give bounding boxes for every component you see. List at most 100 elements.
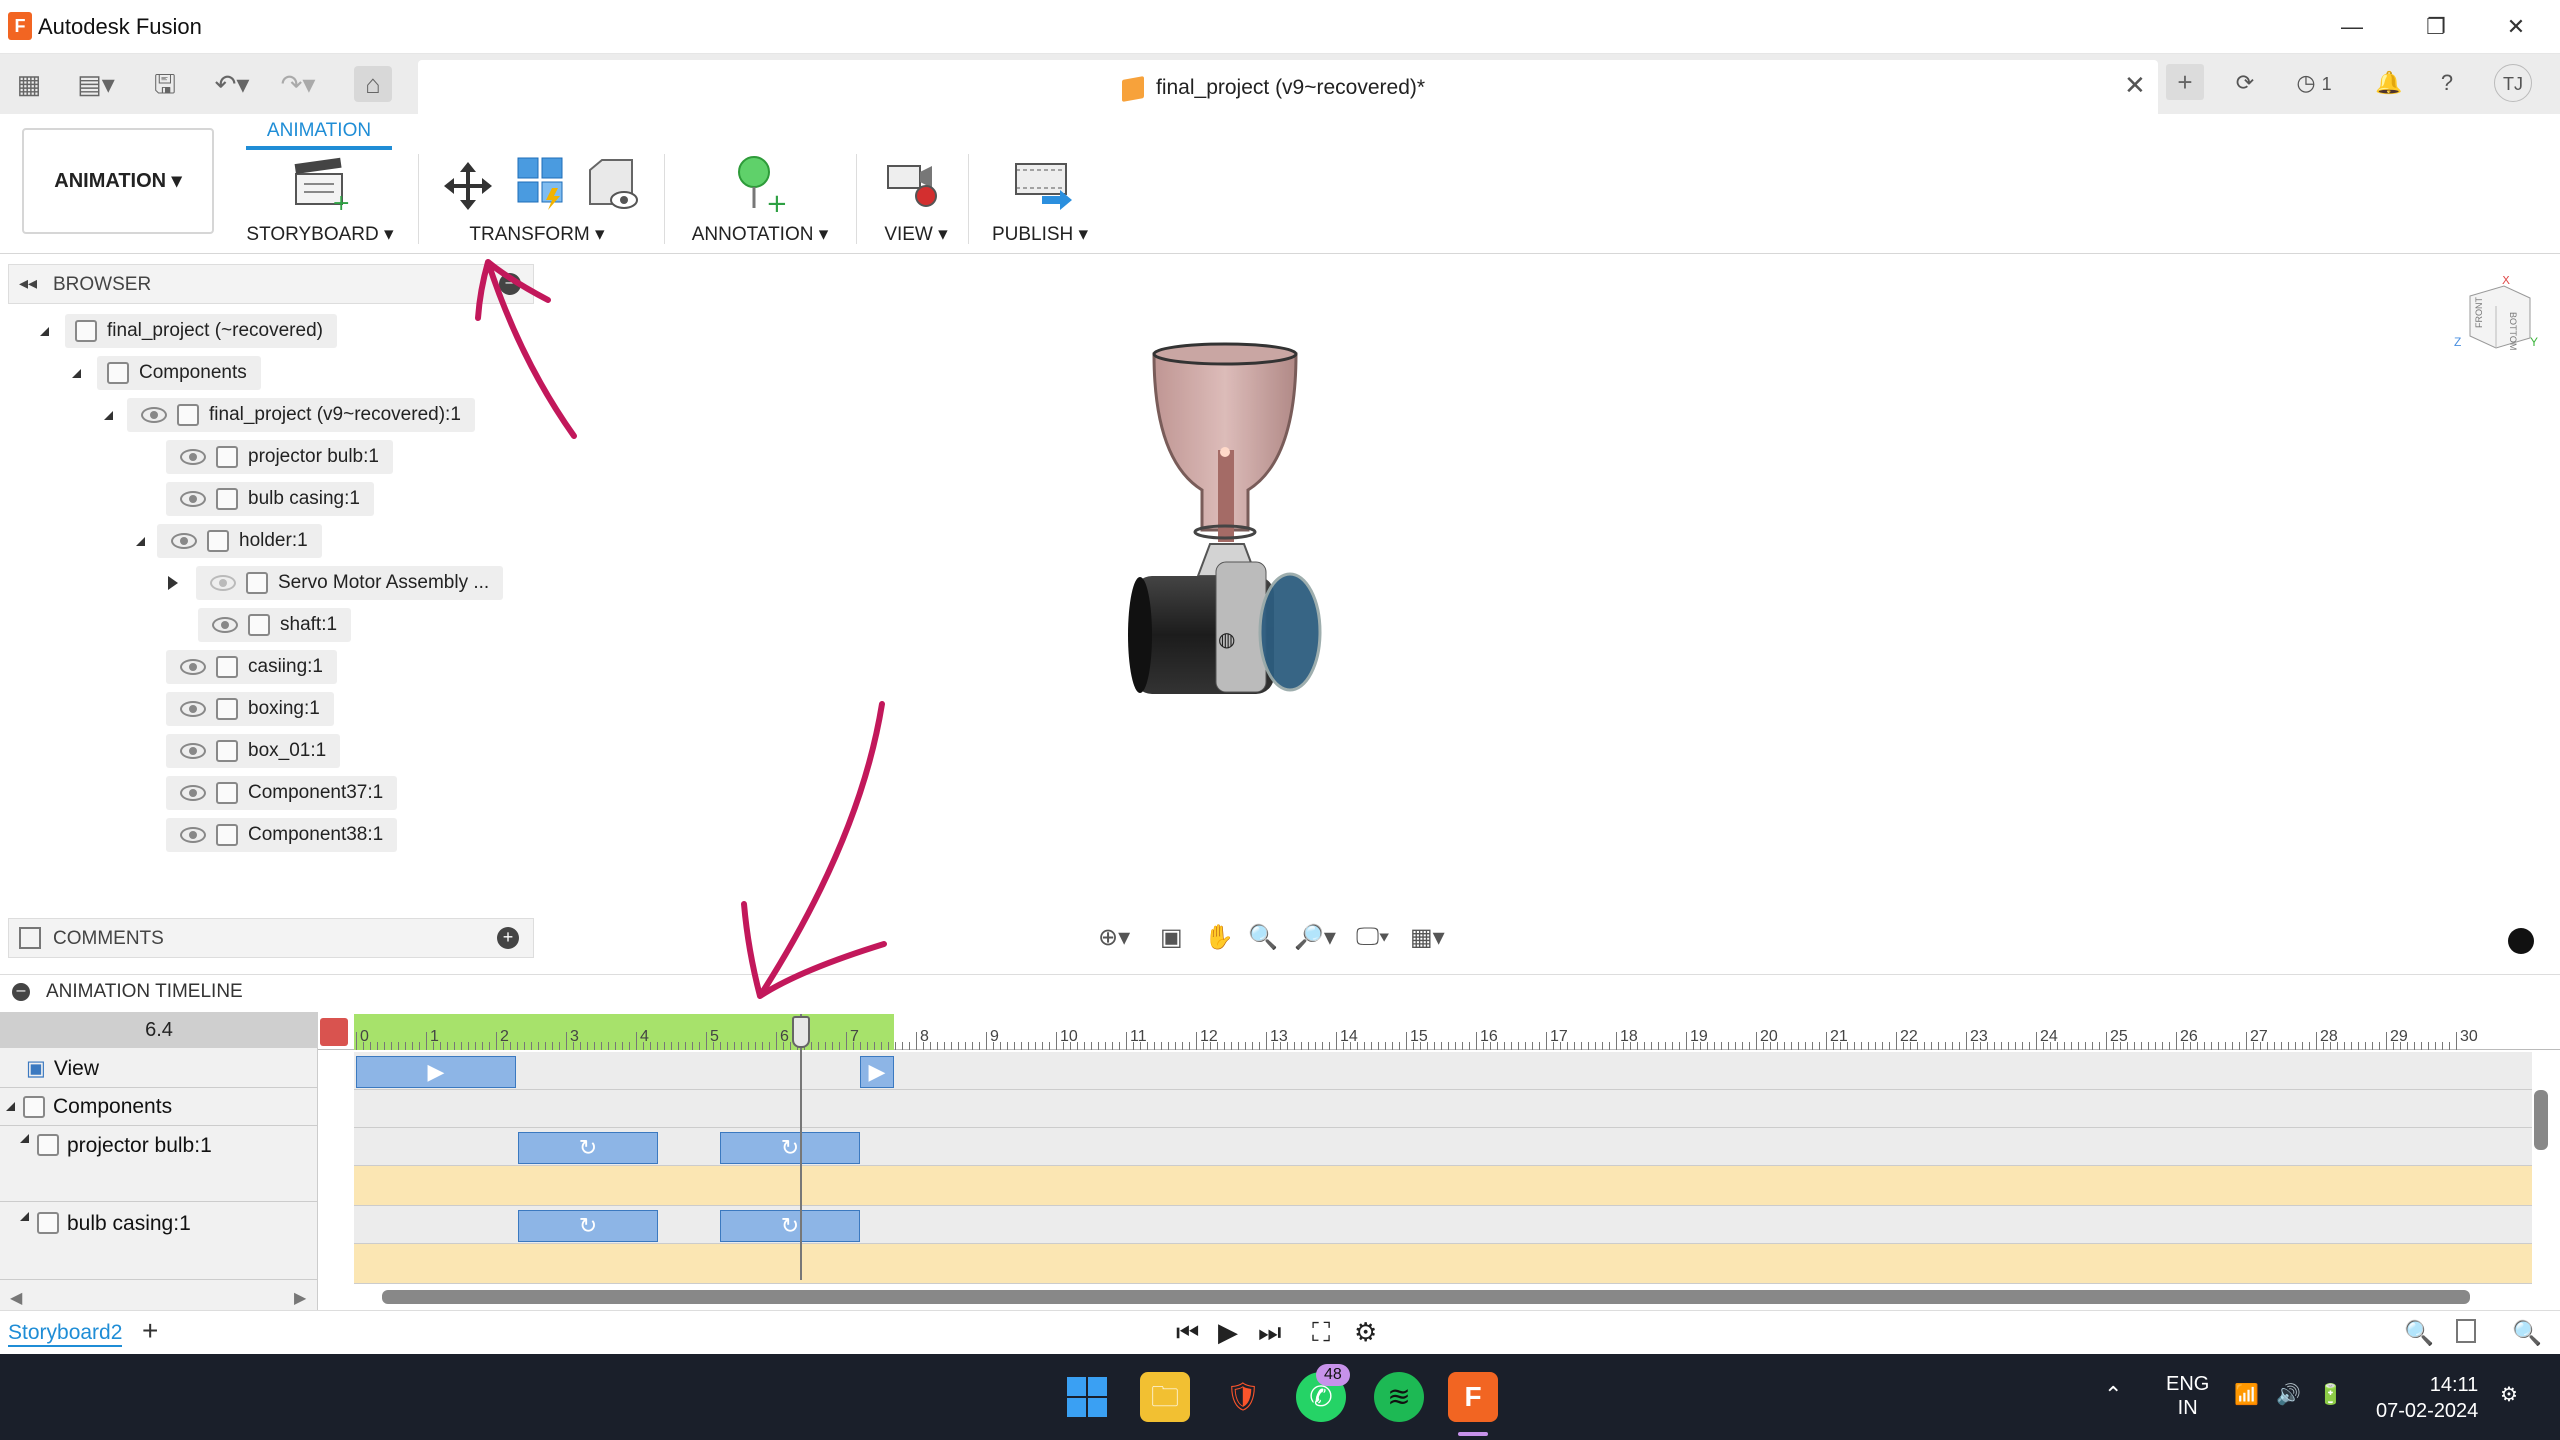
settings-gear-icon[interactable]: ⚙ [1354,1317,1377,1348]
job-status-icon[interactable]: ◷ 1 [2284,64,2344,102]
tree-node-final-project[interactable]: final_project (v9~recovered):1 [104,398,475,432]
visibility-eye-icon[interactable] [180,785,206,801]
redo-icon[interactable]: ↷▾ [270,66,326,102]
volume-icon[interactable]: 🔊 [2276,1382,2301,1407]
expand-arrow-icon[interactable] [20,1134,29,1143]
tree-node-box-01[interactable]: box_01:1 [166,734,341,768]
expand-arrow-icon[interactable] [40,326,49,336]
tree-node-servo-motor[interactable]: Servo Motor Assembly ... [168,566,504,600]
animation-timeline-header[interactable]: – ANIMATION TIMELINE [0,974,2560,1008]
notifications-bell-icon[interactable]: 🔔 [2370,64,2408,102]
spotify-icon[interactable]: ≋ [1374,1372,1424,1422]
undo-icon[interactable]: ↶▾ [204,66,260,102]
extensions-icon[interactable]: ⟳ [2226,64,2264,102]
data-panel-grid-icon[interactable]: ▦ [10,66,48,102]
tray-overflow-icon[interactable]: ⌃ [2104,1382,2122,1408]
transform-dropdown[interactable]: TRANSFORM ▾ [432,223,642,246]
collapse-panel-icon[interactable]: ◂◂ [19,273,37,294]
display-settings-icon[interactable]: 🖵▾ [1356,923,1389,951]
tree-node-component38[interactable]: Component38:1 [166,818,398,852]
tree-node-bulb-casing[interactable]: bulb casing:1 [166,482,374,516]
workspace-switcher-button[interactable]: ANIMATION ▾ [22,128,214,234]
toggle-visibility-icon[interactable] [582,156,640,214]
visibility-eye-icon[interactable] [141,407,167,423]
add-storyboard-icon[interactable]: + [142,1315,158,1347]
expand-arrow-icon[interactable] [6,1102,15,1111]
minimize-button[interactable]: — [2330,10,2374,44]
transform-group[interactable]: TRANSFORM ▾ [432,152,642,252]
fusion-taskbar-icon[interactable]: F [1448,1372,1498,1422]
tree-node-holder[interactable]: holder:1 [136,524,322,558]
rotate-clip[interactable]: ↻ [720,1132,860,1164]
scroll-right-icon[interactable]: ▶ [294,1288,306,1308]
close-window-button[interactable]: ✕ [2494,10,2538,44]
visibility-eye-icon[interactable] [180,701,206,717]
timeline-ruler[interactable]: 0 1 2 3 4 5 6 7 8 9 10 11 12 13 14 15 16 17 18 19 20 21 22 23 24… [318,1014,2560,1050]
track-components[interactable]: Components [0,1088,318,1126]
new-tab-plus-icon[interactable]: + [2166,64,2204,100]
user-avatar[interactable]: TJ [2494,64,2532,102]
help-icon[interactable]: ? [2428,64,2466,102]
browser-options-icon[interactable]: – [499,273,521,295]
rotate-clip[interactable]: ↻ [720,1210,860,1242]
visibility-eye-icon[interactable] [212,617,238,633]
view-clip[interactable]: ▶ [356,1056,516,1088]
rotate-clip[interactable]: ↻ [518,1210,658,1242]
track-view[interactable]: ▣ View [0,1050,318,1088]
expand-arrow-icon[interactable] [72,368,81,378]
play-icon[interactable]: ▶ [1218,1317,1238,1348]
windows-start-icon[interactable] [1062,1372,1112,1422]
visibility-eye-icon[interactable] [180,743,206,759]
publish-dropdown[interactable]: PUBLISH ▾ [980,223,1100,246]
orbit-icon[interactable]: ⊕▾ [1098,923,1130,952]
track-projector-bulb[interactable]: projector bulb:1 [0,1126,318,1202]
scroll-left-icon[interactable]: ◀ [10,1288,22,1308]
3d-model-viewport[interactable]: ◍ [1120,340,1360,700]
zoom-fit-icon[interactable] [2456,1319,2476,1343]
tree-node-shaft[interactable]: shaft:1 [198,608,352,642]
hidden-eye-icon[interactable] [210,575,236,591]
visibility-eye-icon[interactable] [180,659,206,675]
notification-icon[interactable]: ⚙ [2500,1382,2518,1407]
expand-arrow-icon[interactable] [20,1212,29,1221]
annotation-group[interactable]: + ANNOTATION ▾ [680,152,840,252]
visibility-eye-icon[interactable] [180,491,206,507]
timeline-horizontal-scrollbar[interactable] [382,1290,2470,1304]
browser-panel-header[interactable]: ◂◂ BROWSER – [8,264,534,304]
grid-settings-icon[interactable]: ▦▾ [1410,923,1445,952]
home-icon[interactable]: ⌂ [354,66,392,102]
tree-node-component37[interactable]: Component37:1 [166,776,398,810]
tab-animation[interactable]: ANIMATION [246,116,392,150]
skip-to-end-icon[interactable]: ⏭ [1258,1317,1281,1349]
timeline-tracks-area[interactable]: ▶ ▶ ↻ ↻ ↻ ↻ [354,1052,2532,1284]
tree-node-boxing[interactable]: boxing:1 [166,692,334,726]
visibility-eye-icon[interactable] [180,827,206,843]
annotation-dropdown[interactable]: ANNOTATION ▾ [680,223,840,246]
expand-arrow-icon[interactable] [136,536,145,546]
fullscreen-icon[interactable]: ⛶ [1312,1317,1330,1349]
fit-zoom-icon[interactable]: 🔎▾ [1294,923,1336,952]
move-arrows-icon[interactable] [440,158,496,214]
tree-node-projector-bulb[interactable]: projector bulb:1 [166,440,393,474]
storyboard-dropdown[interactable]: STORYBOARD ▾ [240,223,400,246]
expand-arrow-icon[interactable] [104,410,113,420]
add-comment-icon[interactable]: + [497,927,519,949]
publish-group[interactable]: PUBLISH ▾ [980,152,1100,252]
transform-components-icon[interactable] [512,154,570,212]
view-dropdown[interactable]: VIEW ▾ [866,223,966,246]
storyboard-tab[interactable]: Storyboard2 [8,1321,123,1347]
language-indicator[interactable]: ENG IN [2166,1372,2209,1420]
view-cube-icon[interactable]: FRONT BOTTOM Z Y X [2450,276,2540,356]
tree-node-components[interactable]: Components [72,356,261,390]
skip-to-start-icon[interactable]: ⏮ [1176,1317,1199,1349]
brave-browser-icon[interactable]: 🛡 [1218,1372,1268,1422]
file-explorer-icon[interactable]: 🗀 [1140,1372,1190,1422]
document-tab[interactable]: final_project (v9~recovered)* ✕ [418,60,2158,114]
track-bulb-casing[interactable]: bulb casing:1 [0,1204,318,1280]
pan-hand-icon[interactable]: ✋ [1204,923,1234,952]
battery-icon[interactable]: 🔋 [2318,1382,2343,1407]
rotate-clip[interactable]: ↻ [518,1132,658,1164]
current-time-field[interactable]: 6.4 [0,1012,318,1048]
view-clip[interactable]: ▶ [860,1056,894,1088]
visibility-eye-icon[interactable] [180,449,206,465]
